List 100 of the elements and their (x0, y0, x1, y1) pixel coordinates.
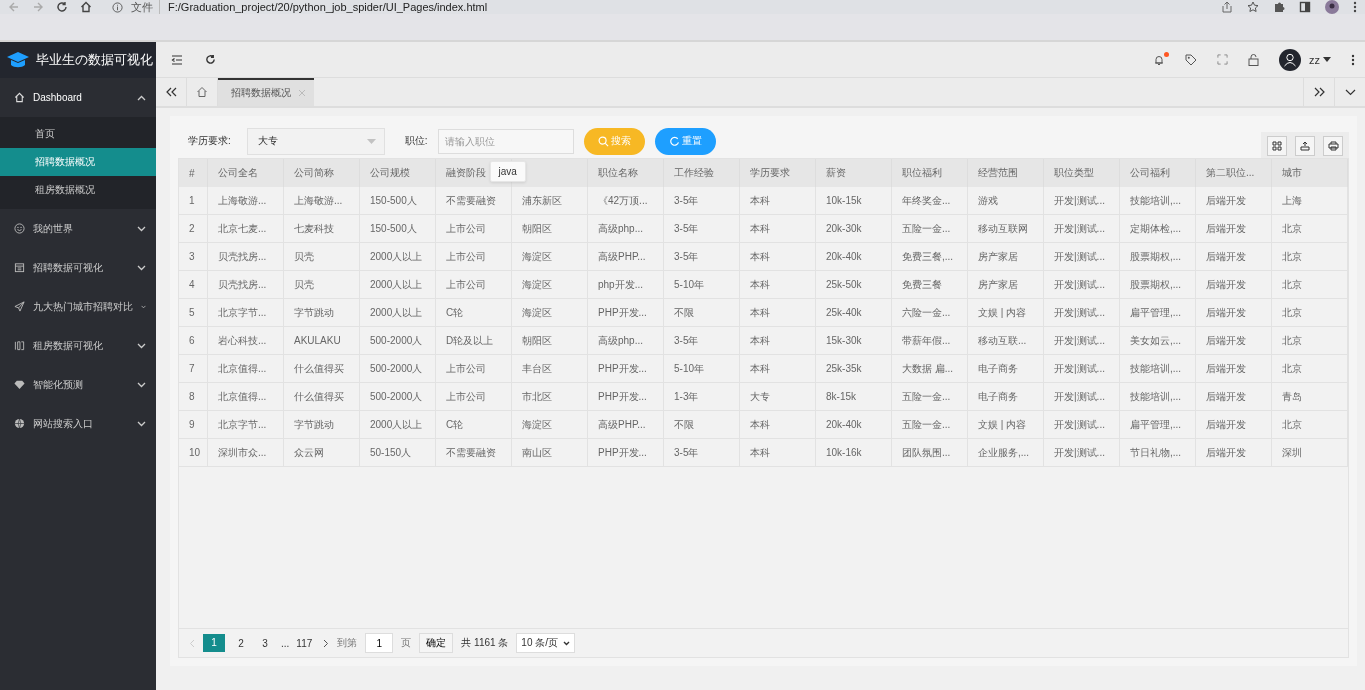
table-cell: 贝壳 (283, 270, 360, 299)
refresh-icon[interactable] (205, 54, 216, 65)
table-cell: 1-3年 (663, 382, 740, 411)
sidebar-group[interactable]: 招聘数据可视化 (0, 248, 156, 287)
menu-indent-icon[interactable] (171, 54, 183, 65)
table-cell: 本科 (739, 438, 816, 467)
table-cell: 上市公司 (435, 242, 512, 271)
column-header: 职位名称 (598, 167, 638, 178)
table-cell: 《42万顶... (587, 187, 664, 215)
table-cell: 50-150人 (359, 438, 436, 467)
table-cell: 北京字节... (207, 298, 284, 327)
table-cell: 文娱 | 内容 (967, 410, 1044, 439)
info-icon[interactable] (112, 1, 123, 13)
share-icon[interactable] (1221, 1, 1233, 13)
goto-label: 到第 (337, 636, 358, 650)
suggestion-item[interactable]: java (498, 165, 517, 177)
confirm-button[interactable]: 确定 (419, 633, 454, 653)
table-cell: 上市公司 (435, 354, 512, 383)
column-header: 公司简称 (294, 167, 334, 178)
sidebar-group[interactable]: Dashboard (0, 78, 156, 117)
lock-icon[interactable] (1248, 53, 1259, 66)
sidebar-group[interactable]: 我的世界 (0, 209, 156, 248)
table-cell: 游戏 (967, 187, 1044, 215)
table-cell: 团队氛围... (891, 438, 968, 467)
home-icon[interactable] (80, 1, 92, 13)
profile-avatar-icon[interactable] (1325, 0, 1339, 14)
table-cell: 500-2000人 (359, 354, 436, 383)
table-cell: PHP开发... (587, 382, 664, 411)
app-title: 毕业生の数据可视化 (36, 51, 153, 69)
table-cell: 北京 (1271, 214, 1348, 243)
sidebar-group[interactable]: 网站搜索入口 (0, 404, 156, 443)
address-bar[interactable]: F:/Graduation_project/20/python_job_spider/UI_Pages/index.html (168, 1, 488, 13)
table-cell: 后端开发 (1195, 438, 1272, 467)
table-cell: 后端开发 (1195, 242, 1272, 271)
table-cell: 上市公司 (435, 270, 512, 299)
page-number[interactable]: 2 (233, 637, 249, 649)
table-cell: 六险一金... (891, 298, 968, 327)
export-button[interactable] (1295, 136, 1315, 156)
sidebar-icon[interactable] (1299, 1, 1311, 13)
table-cell: 海淀区 (511, 242, 588, 271)
next-page-icon[interactable] (323, 638, 330, 648)
table-cell: 岩心科技... (207, 326, 284, 355)
sidebar-group[interactable]: 智能化预测 (0, 365, 156, 404)
table-cell: 房产家居 (967, 270, 1044, 299)
table-cell: 3 (179, 242, 208, 271)
star-icon[interactable] (1247, 1, 1259, 13)
table-cell: 带薪年假... (891, 326, 968, 355)
table-cell: 文娱 | 内容 (967, 298, 1044, 327)
bell-icon[interactable] (1153, 53, 1165, 66)
kebab-icon[interactable] (1353, 1, 1357, 13)
table-cell: AKULAKU (283, 326, 360, 355)
table-cell: 北京 (1271, 242, 1348, 271)
calendar-icon (14, 262, 25, 273)
puzzle-icon[interactable] (1273, 1, 1285, 13)
table-cell: PHP开发... (587, 354, 664, 383)
home-icon (14, 92, 25, 103)
page-number[interactable]: 1 (203, 634, 225, 652)
columns-button[interactable] (1267, 136, 1287, 156)
table-cell: 本科 (739, 298, 816, 327)
page-input[interactable]: 1 (365, 633, 394, 653)
table-cell: 后端开发 (1195, 410, 1272, 439)
column-header: 工作经验 (674, 167, 714, 178)
table-cell: 电子商务 (967, 382, 1044, 411)
avatar-icon[interactable] (1279, 48, 1301, 71)
table-cell: 企业服务,... (967, 438, 1044, 467)
table-cell: 免费三餐,... (891, 242, 968, 271)
table-cell: 贝壳 (283, 242, 360, 271)
table-cell: 2000人以上 (359, 242, 436, 271)
table-cell: 浦东新区 (511, 187, 588, 215)
table-cell: 8k-15k (815, 382, 892, 411)
paper-plane-icon (14, 301, 25, 312)
education-select[interactable]: 大专 (246, 127, 385, 155)
table-cell: 1 (179, 187, 208, 215)
chevron-icon (137, 225, 146, 232)
caret-icon (366, 138, 376, 144)
reload-icon[interactable] (56, 1, 68, 13)
sidebar-item[interactable]: 租房数据概况 (0, 176, 156, 204)
page-number[interactable]: 3 (257, 637, 273, 649)
print-button[interactable] (1323, 136, 1343, 156)
caret-icon (1323, 57, 1331, 62)
page-tab[interactable]: 招聘数据概况 (218, 78, 314, 106)
user-menu[interactable]: zz (1309, 53, 1331, 66)
page-number[interactable]: 117 (293, 637, 316, 649)
table-cell: 25k-35k (815, 354, 892, 383)
sidebar-item[interactable]: 招聘数据概况 (0, 148, 156, 176)
tag-icon[interactable] (1185, 53, 1197, 66)
table-cell: 丰台区 (511, 354, 588, 383)
table-cell: 上市公司 (435, 382, 512, 411)
page-size-select[interactable]: 10 条/页 (516, 633, 576, 653)
kebab-icon[interactable] (1351, 53, 1355, 66)
sidebar-group[interactable]: 九大热门城市招聘对比 (0, 287, 156, 326)
position-input[interactable]: 请输入职位 (437, 128, 574, 154)
table-cell: 3-5年 (663, 438, 740, 467)
smiley-icon (14, 223, 25, 234)
sidebar-group[interactable]: 租房数据可视化 (0, 326, 156, 365)
column-header: 公司全名 (218, 167, 258, 178)
table-cell: 股票期权,... (1119, 242, 1196, 271)
table-cell: php开发... (587, 270, 664, 299)
table-cell: 本科 (739, 326, 816, 355)
sidebar-item[interactable]: 首页 (0, 120, 156, 148)
